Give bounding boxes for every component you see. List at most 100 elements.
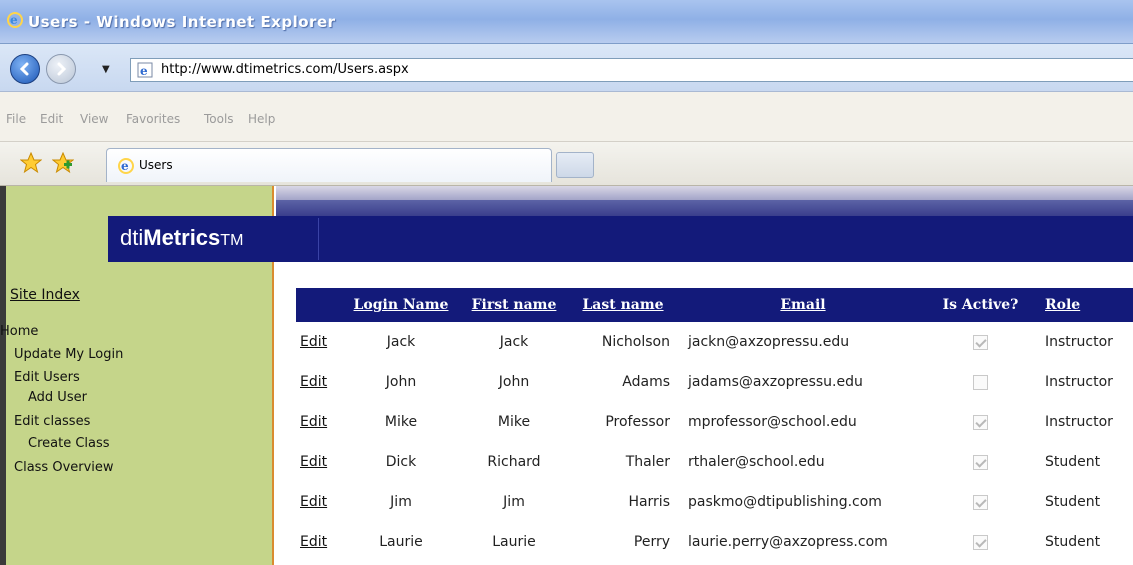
cell-first-name-cell: Jim [460, 482, 568, 522]
header-role[interactable]: Role [1033, 288, 1133, 322]
page-icon: e [137, 62, 153, 82]
sidebar-item-add-user[interactable]: Add User [28, 390, 87, 405]
table-row: Edit Jim Jim Harris paskmo@dtipublishing.com… [296, 482, 1133, 522]
svg-text:e: e [10, 13, 18, 27]
edit-link[interactable]: Edit [300, 494, 327, 510]
cell-email: rthaler@school.edu [688, 454, 825, 470]
menu-help[interactable]: Help [248, 112, 275, 126]
new-tab-button[interactable] [556, 152, 594, 178]
cell-role-cell: Instructor [1033, 362, 1133, 402]
cell-login-name-cell: Jim [342, 482, 460, 522]
cell-first-name: Jim [503, 494, 525, 510]
edit-link-cell: Edit [296, 522, 342, 562]
cell-login-name-cell: John [342, 362, 460, 402]
edit-link[interactable]: Edit [300, 334, 327, 350]
sidebar-item-create-class[interactable]: Create Class [28, 436, 110, 451]
cell-is-active [928, 362, 1033, 402]
cell-login-name: Jack [386, 334, 416, 350]
table-row: Edit Laurie Laurie Perry laurie.perry@axzopr… [296, 522, 1133, 562]
cell-login-name: Jim [390, 494, 412, 510]
cell-role-cell: Student [1033, 522, 1133, 562]
history-dropdown-icon[interactable]: ▼ [102, 64, 110, 75]
table-row: Edit Jack Jack Nicholson jackn@axzopressu.ed… [296, 322, 1133, 362]
back-button[interactable] [10, 54, 40, 84]
cell-first-name: Richard [487, 454, 541, 470]
cell-login-name-cell: Mike [342, 402, 460, 442]
cell-last-name-cell: Thaler [568, 442, 678, 482]
cell-role-cell: Student [1033, 442, 1133, 482]
edit-link-cell: Edit [296, 442, 342, 482]
site-index-link[interactable]: Site Index [10, 287, 80, 303]
edit-link[interactable]: Edit [300, 454, 327, 470]
menu-tools[interactable]: Tools [204, 112, 234, 126]
header-login-name[interactable]: Login Name [342, 288, 460, 322]
cell-email-cell: laurie.perry@axzopress.com [678, 522, 928, 562]
cell-role: Instructor [1045, 414, 1113, 430]
tab-users[interactable]: e Users [106, 148, 552, 182]
edit-link-cell: Edit [296, 402, 342, 442]
cell-last-name: Professor [605, 414, 670, 430]
users-table: Login Name First name Last name Email Is… [296, 288, 1133, 562]
cell-is-active [928, 522, 1033, 562]
cell-email-cell: mprofessor@school.edu [678, 402, 928, 442]
edit-link-cell: Edit [296, 482, 342, 522]
cell-role-cell: Instructor [1033, 402, 1133, 442]
table-row: Edit Dick Richard Thaler rthaler@school.edu S… [296, 442, 1133, 482]
menu-favorites[interactable]: Favorites [126, 112, 180, 126]
address-input[interactable]: e http://www.dtimetrics.com/Users.aspx [130, 58, 1133, 82]
cell-first-name-cell: Jack [460, 322, 568, 362]
header-email[interactable]: Email [678, 288, 928, 322]
cell-role: Instructor [1045, 334, 1113, 350]
cell-role: Student [1045, 494, 1101, 510]
sidebar-item-class-overview[interactable]: Class Overview [14, 460, 114, 475]
cell-first-name: Laurie [492, 534, 536, 550]
is-active-checkbox [973, 414, 988, 430]
window-title: Users - Windows Internet Explorer [28, 13, 336, 31]
edit-link[interactable]: Edit [300, 414, 327, 430]
menu-edit[interactable]: Edit [40, 112, 63, 126]
cell-login-name-cell: Jack [342, 322, 460, 362]
header-first-name[interactable]: First name [460, 288, 568, 322]
cell-last-name-cell: Harris [568, 482, 678, 522]
cell-email: paskmo@dtipublishing.com [688, 494, 882, 510]
svg-text:e: e [140, 64, 148, 78]
internet-explorer-icon: e [117, 157, 135, 179]
is-active-checkbox [973, 334, 988, 350]
cell-first-name-cell: Mike [460, 402, 568, 442]
edit-link-cell: Edit [296, 322, 342, 362]
sidebar-item-update-my-login[interactable]: Update My Login [14, 347, 123, 362]
edit-link[interactable]: Edit [300, 374, 327, 390]
sidebar-item-home[interactable]: Home [0, 324, 38, 339]
header-is-active: Is Active? [928, 288, 1033, 322]
header-top-strip [276, 186, 1133, 200]
cell-login-name: John [385, 374, 417, 390]
menu-bar: File Edit View Favorites Tools Help [0, 92, 1133, 142]
sidebar-item-edit-classes[interactable]: Edit classes [14, 414, 90, 429]
tab-label: Users [139, 158, 173, 172]
add-favorite-icon[interactable] [51, 151, 75, 178]
sidebar-item-edit-users[interactable]: Edit Users [14, 370, 80, 385]
cell-role: Student [1045, 454, 1101, 470]
window-title-bar: e Users - Windows Internet Explorer [0, 0, 1133, 44]
cell-email: jadams@axzopressu.edu [688, 374, 863, 390]
cell-role-cell: Instructor [1033, 322, 1133, 362]
forward-arrow-icon [57, 62, 67, 76]
cell-login-name: Dick [385, 454, 417, 470]
menu-file[interactable]: File [6, 112, 26, 126]
cell-email-cell: rthaler@school.edu [678, 442, 928, 482]
is-active-checkbox [973, 534, 988, 550]
svg-text:e: e [121, 159, 129, 173]
forward-button[interactable] [46, 54, 76, 84]
cell-last-name: Adams [622, 374, 670, 390]
cell-first-name: Mike [497, 414, 531, 430]
cell-last-name-cell: Nicholson [568, 322, 678, 362]
cell-email: mprofessor@school.edu [688, 414, 857, 430]
cell-first-name-cell: John [460, 362, 568, 402]
cell-last-name: Perry [633, 534, 670, 550]
menu-view[interactable]: View [80, 112, 108, 126]
header-last-name[interactable]: Last name [568, 288, 678, 322]
favorites-star-icon[interactable] [19, 151, 43, 178]
edit-link[interactable]: Edit [300, 534, 327, 550]
logo-divider [318, 218, 319, 260]
site-logo: dtiMetricsTM [120, 225, 244, 250]
